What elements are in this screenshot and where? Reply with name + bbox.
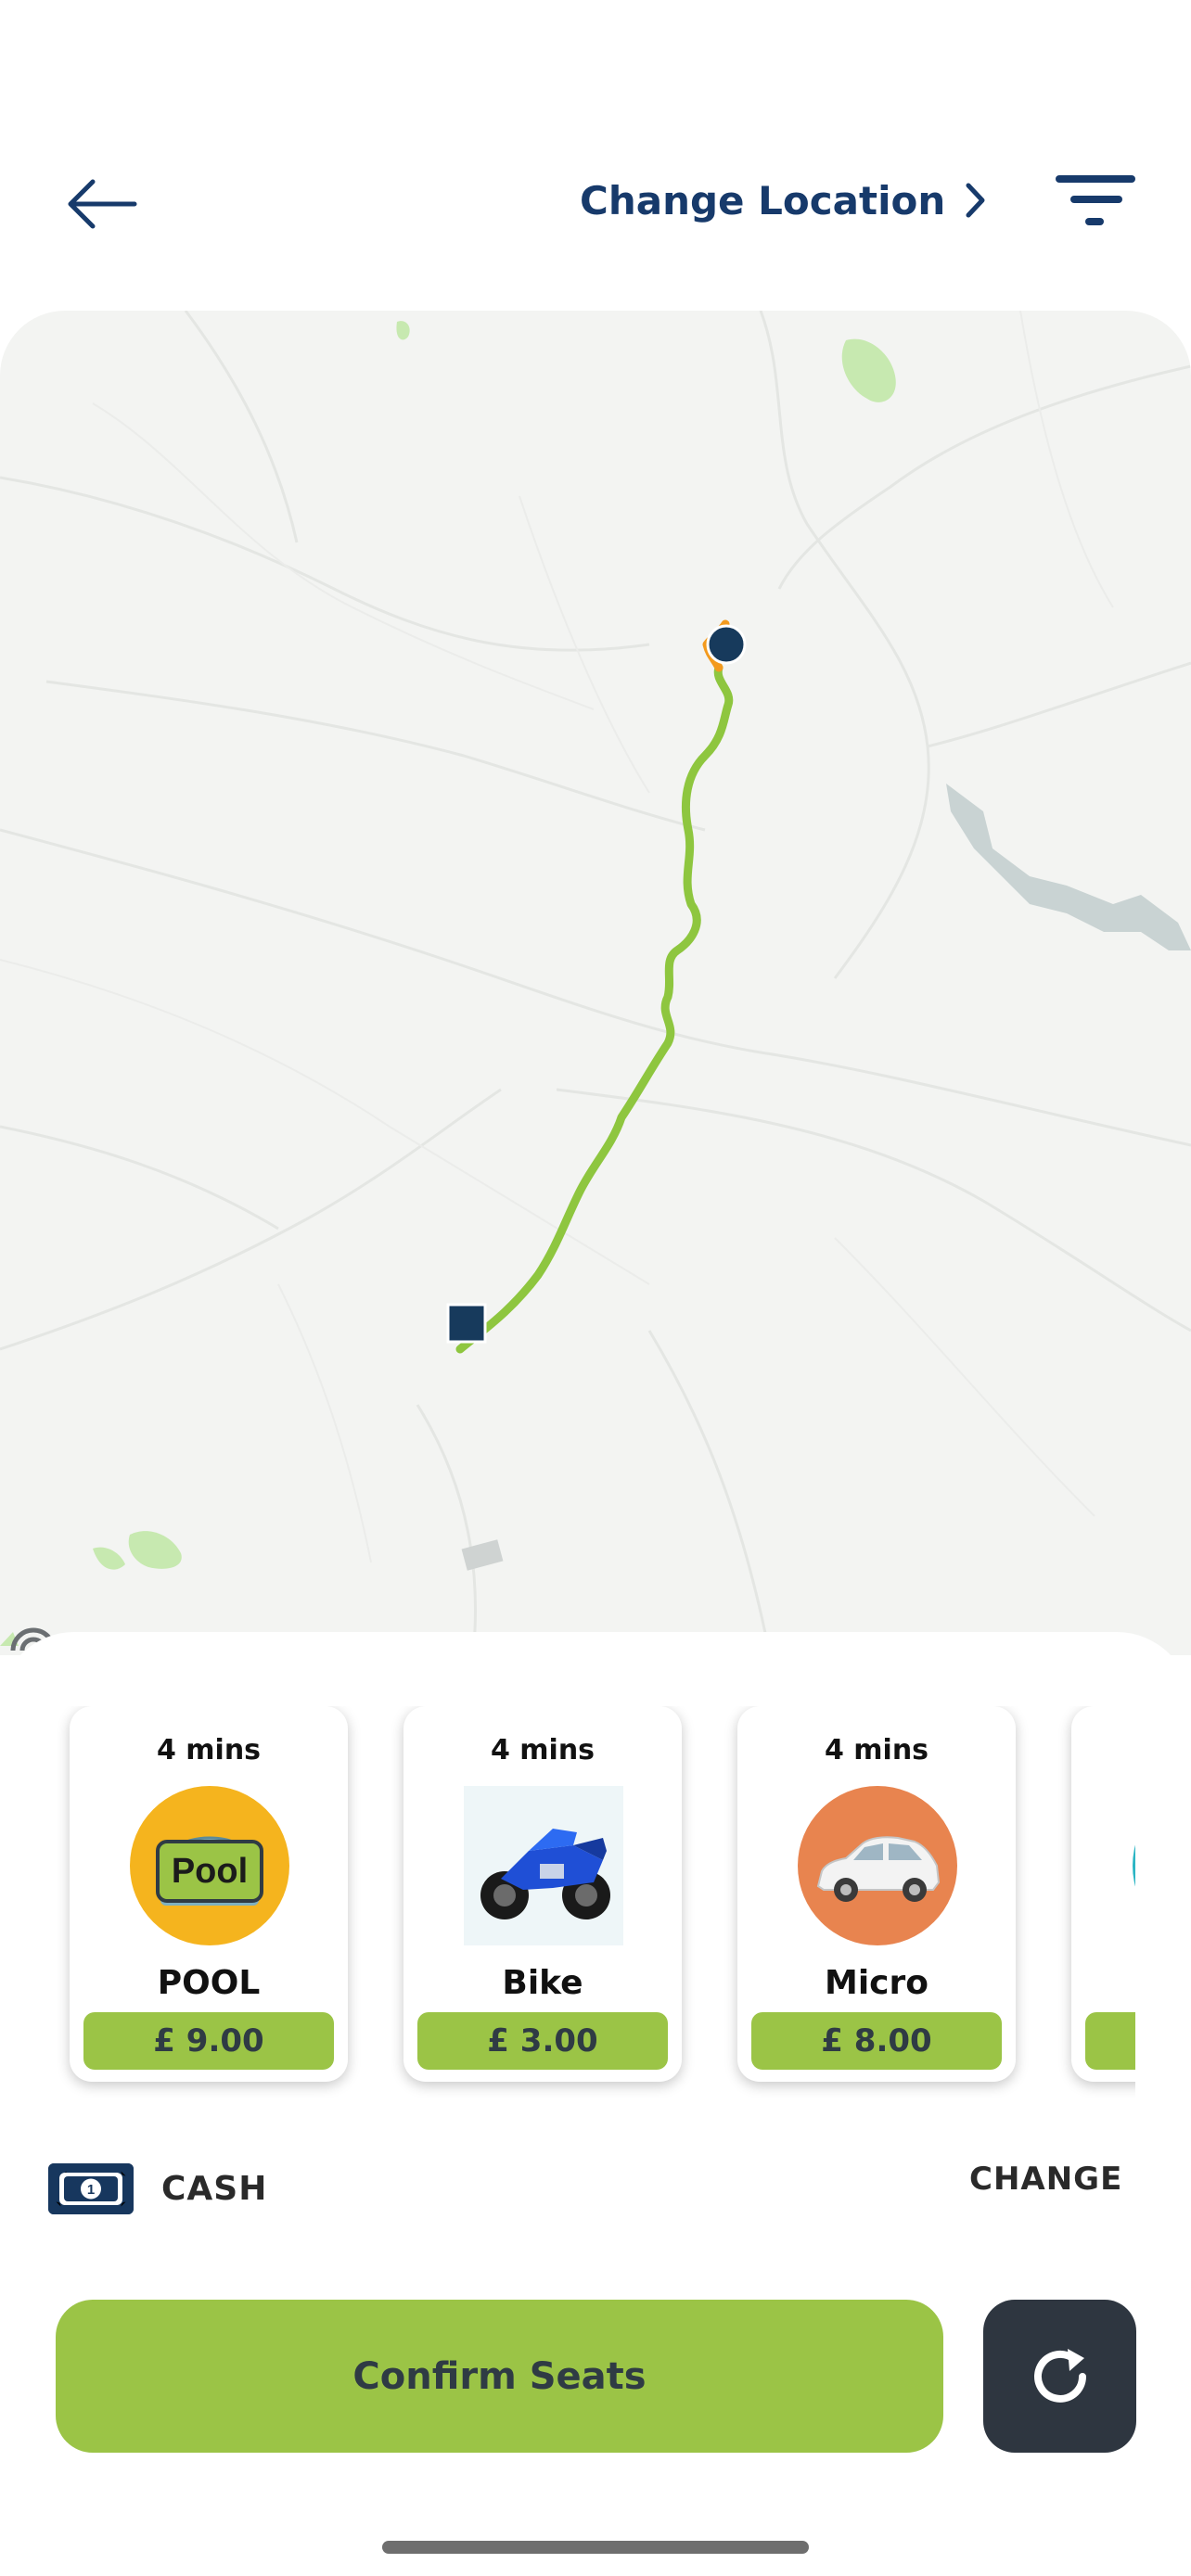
- pool-badge-text: Pool: [172, 1852, 248, 1891]
- vehicle-name: Bike: [502, 1964, 583, 2002]
- ride-booking-screen: Change Location 4 mins Pool POOL £ 9.00 …: [0, 0, 1191, 2576]
- home-indicator[interactable]: [382, 2541, 809, 2554]
- change-location-label: Change Location: [580, 177, 946, 223]
- vehicle-price: £ 3.00: [417, 2012, 668, 2070]
- map-canvas: [0, 311, 1191, 1655]
- vehicle-card-micro[interactable]: 4 mins Micro £ 8.00: [737, 1706, 1016, 2082]
- change-payment-button[interactable]: CHANGE: [969, 2161, 1122, 2198]
- confirm-seats-label: Confirm Seats: [352, 2354, 647, 2398]
- refresh-button[interactable]: [983, 2300, 1136, 2453]
- confirm-seats-button[interactable]: Confirm Seats: [56, 2300, 943, 2453]
- vehicle-name: Micro: [825, 1964, 928, 2002]
- vehicle-icon: [1133, 1786, 1135, 1945]
- header: Change Location: [0, 139, 1191, 260]
- vehicle-card-bike[interactable]: 4 mins Bike £ 3.00: [403, 1706, 682, 2082]
- vehicle-eta: 4 mins: [824, 1734, 929, 1766]
- motorbike-icon: [464, 1786, 623, 1945]
- vehicle-price: £ 9.00: [83, 2012, 334, 2070]
- refresh-icon: [1033, 2348, 1086, 2403]
- change-location-button[interactable]: Change Location: [580, 167, 988, 234]
- chevron-right-icon: [966, 183, 985, 218]
- vehicle-name: POOL: [157, 1964, 261, 2002]
- vehicle-eta: 4 mins: [490, 1734, 596, 1766]
- vehicle-price: £ 8.00: [751, 2012, 1002, 2070]
- vehicle-eta: 4 mins: [156, 1734, 262, 1766]
- car-icon: [798, 1786, 957, 1945]
- filter-button[interactable]: [1048, 170, 1141, 235]
- cash-icon: 1: [48, 2162, 134, 2214]
- vehicle-price-partial: [1085, 2012, 1135, 2070]
- vehicle-options[interactable]: 4 mins Pool POOL £ 9.00 4 mins Bike £ 3.…: [0, 1706, 1135, 2114]
- payment-method: 1 CASH: [48, 2161, 267, 2216]
- pool-car-icon: Pool: [130, 1786, 289, 1945]
- filter-icon: [1056, 175, 1135, 225]
- arrow-left-icon: [68, 179, 137, 229]
- vehicle-card-partial[interactable]: [1071, 1706, 1135, 2082]
- vehicle-card-pool[interactable]: 4 mins Pool POOL £ 9.00: [70, 1706, 348, 2082]
- payment-method-label: CASH: [161, 2169, 268, 2208]
- route-map[interactable]: [0, 311, 1191, 1655]
- cash-icon-digit: 1: [87, 2182, 95, 2198]
- back-button[interactable]: [65, 167, 158, 241]
